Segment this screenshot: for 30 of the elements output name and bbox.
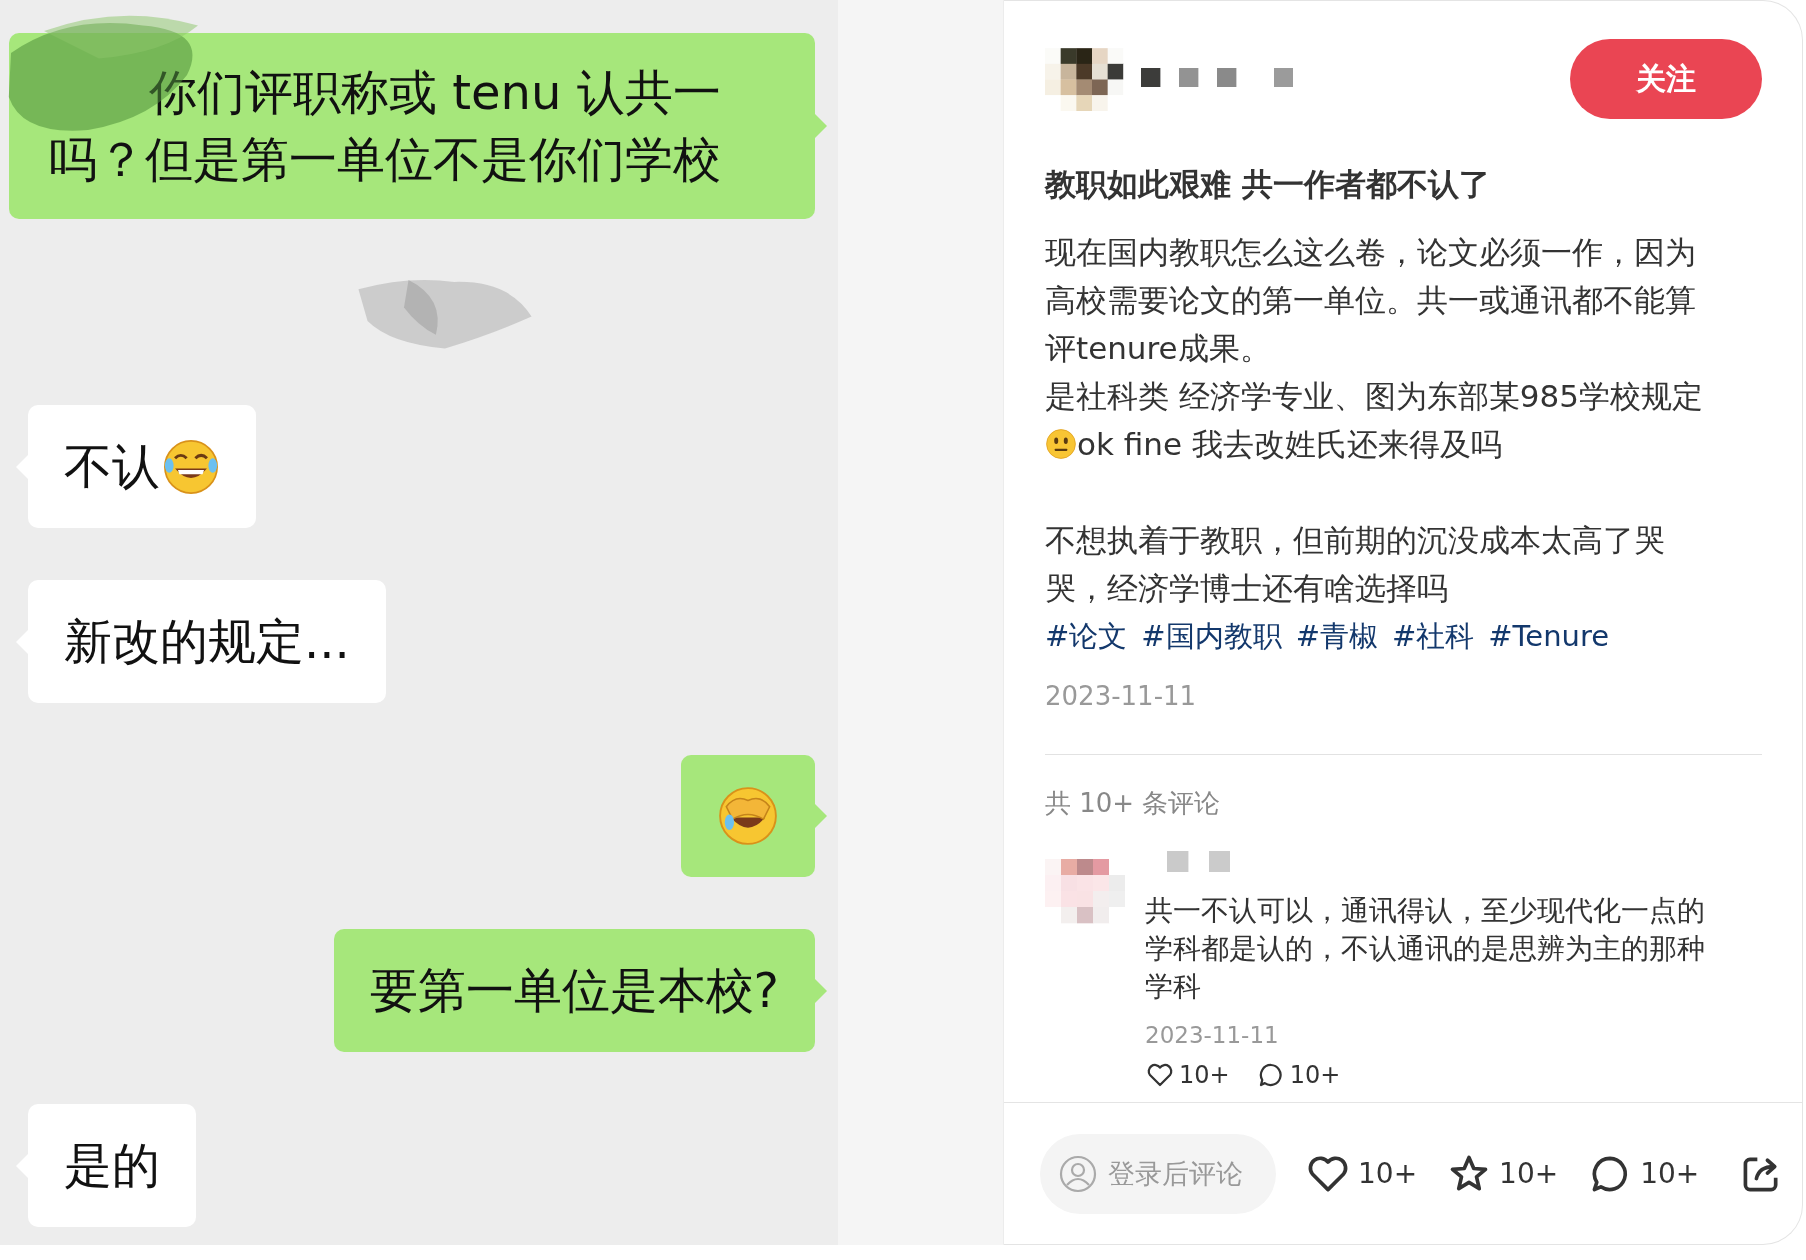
post-date: 2023-11-11 bbox=[1045, 680, 1198, 713]
neutral-face-icon bbox=[1045, 428, 1077, 460]
comment-like-button[interactable]: 10+ bbox=[1145, 1060, 1230, 1090]
post-paragraph: ok fine 我去改姓氏还来得及吗 bbox=[1077, 425, 1502, 464]
message-text: 新改的规定... bbox=[64, 612, 350, 671]
message-text: 不认 bbox=[64, 437, 160, 496]
message-text: 你们评职称或 tenu 认共一吗？但是第一单位不是你们学校 bbox=[49, 63, 722, 189]
comment-button[interactable]: 10+ bbox=[1588, 1151, 1700, 1196]
post-paragraph: 是社科类 经济学专业、图为东部某985学校规定 bbox=[1045, 377, 1705, 416]
redacted-username bbox=[1167, 851, 1230, 872]
collect-button[interactable]: 10+ bbox=[1447, 1151, 1559, 1196]
hashtag-link[interactable]: #论文 bbox=[1045, 612, 1128, 660]
post-paragraph: 现在国内教职怎么这么卷，论文必须一作，因为高校需要论文的第一单位。共一或通讯都不能算评tenure成果。 bbox=[1045, 233, 1697, 368]
message-text: 是的 bbox=[64, 1136, 160, 1195]
post-paragraph: 不想执着于教职，但前期的沉没成本太高了哭哭，经济学博士还有啥选择吗 bbox=[1045, 521, 1666, 608]
like-button[interactable]: 10+ bbox=[1306, 1151, 1418, 1196]
hashtag-link[interactable]: #Tenure bbox=[1488, 612, 1610, 660]
hashtag-link[interactable]: #国内教职 bbox=[1141, 612, 1282, 660]
comment-reply-button[interactable]: 10+ bbox=[1255, 1060, 1341, 1090]
comment-text: 共一不认可以，通讯得认，至少现代化一点的学科都是认的，不认通讯的是思辨为主的那种学科 bbox=[1145, 893, 1706, 1005]
comment-input[interactable]: 登录后评论 bbox=[1040, 1133, 1276, 1214]
hashtag-link[interactable]: #社科 bbox=[1391, 612, 1475, 660]
follow-button[interactable]: 关注 bbox=[1570, 39, 1762, 119]
comment-date: 2023-11-11 bbox=[1145, 1021, 1280, 1050]
laughing-face-icon bbox=[717, 785, 779, 847]
comment-count: 共 10+ 条评论 bbox=[1045, 787, 1222, 820]
message-text: 要第一单位是本校? bbox=[369, 961, 779, 1020]
post-title: 教职如此艰难 共一作者都不认了 bbox=[1045, 165, 1491, 204]
laughing-face-icon bbox=[162, 437, 220, 496]
hashtag-link[interactable]: #青椒 bbox=[1295, 612, 1378, 660]
